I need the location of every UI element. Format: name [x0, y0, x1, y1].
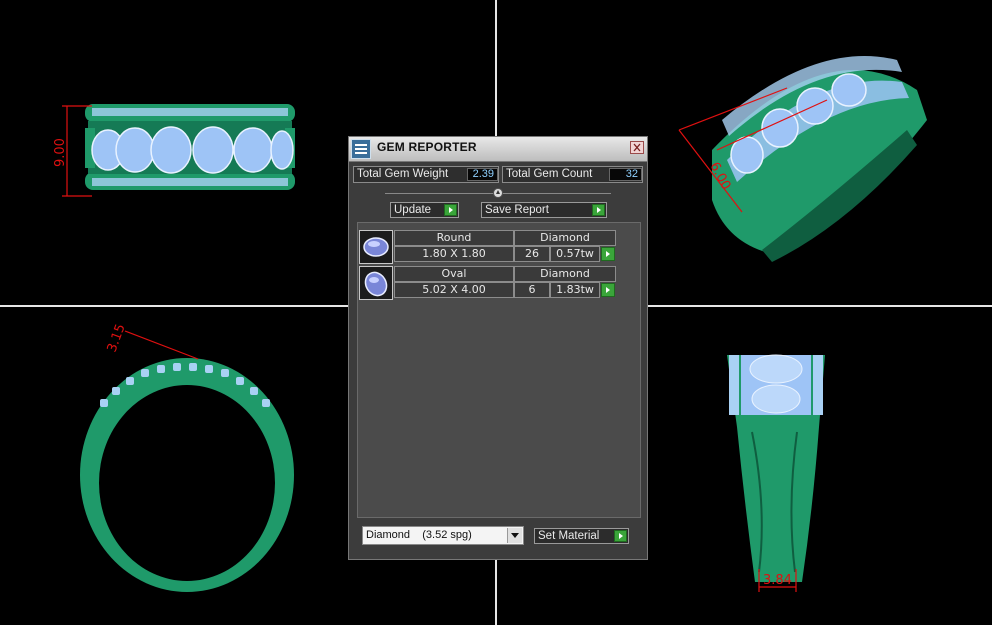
ring-top-shank: [727, 354, 825, 582]
total-gem-count-value: 32: [609, 168, 642, 181]
dimension-label-front: 9.00: [53, 138, 68, 167]
oval-gem-icon: [359, 266, 393, 300]
gem-count: 26: [514, 246, 550, 262]
save-report-button-label: Save Report: [485, 204, 549, 216]
material-select[interactable]: Diamond (3.52 spg): [362, 526, 524, 545]
gem-weight: 0.57tw: [550, 246, 600, 262]
dimension-label-side: 3.15: [105, 322, 129, 354]
dimension-side-width: [124, 330, 199, 360]
gem-reporter-dialog: GEM REPORTER Total Gem Weight 2.39 Total…: [348, 136, 648, 560]
gem-size: 1.80 X 1.80: [394, 246, 514, 262]
update-button-label: Update: [394, 204, 432, 216]
play-icon: [592, 204, 605, 216]
save-report-button[interactable]: Save Report: [481, 202, 607, 218]
gem-size: 5.02 X 4.00: [394, 282, 514, 298]
play-icon[interactable]: [601, 283, 615, 297]
play-icon: [444, 204, 457, 216]
set-material-button-label: Set Material: [538, 530, 600, 542]
gem-count: 6: [514, 282, 550, 298]
gem-row-round[interactable]: Round Diamond 1.80 X 1.80 26 0.57tw: [359, 230, 623, 264]
total-gem-count-label: Total Gem Count: [506, 168, 593, 180]
gem-material: Diamond: [514, 230, 616, 246]
gem-material: Diamond: [514, 266, 616, 282]
total-gem-weight: Total Gem Weight 2.39: [353, 166, 499, 183]
dropdown-arrow-icon[interactable]: [507, 528, 522, 543]
gem-list-panel: Round Diamond 1.80 X 1.80 26 0.57tw Oval…: [357, 222, 641, 518]
gem-weight: 1.83tw: [550, 282, 600, 298]
play-icon: [614, 530, 627, 542]
total-gem-weight-label: Total Gem Weight: [357, 168, 449, 180]
dialog-titlebar[interactable]: GEM REPORTER: [349, 137, 647, 162]
gem-shape: Oval: [394, 266, 514, 282]
set-material-button[interactable]: Set Material: [534, 528, 629, 544]
total-gem-weight-value: 2.39: [467, 168, 498, 181]
play-icon[interactable]: [601, 247, 615, 261]
dimension-label-top: 3.84: [763, 573, 792, 588]
update-button[interactable]: Update: [390, 202, 459, 218]
gem-shape: Round: [394, 230, 514, 246]
total-gem-count: Total Gem Count 32: [502, 166, 643, 183]
material-select-value: Diamond (3.52 spg): [366, 529, 472, 541]
close-icon[interactable]: [630, 141, 644, 154]
dialog-title: GEM REPORTER: [377, 140, 477, 154]
gem-reporter-icon: [351, 139, 371, 159]
slider-knob[interactable]: [493, 188, 503, 198]
gem-row-oval[interactable]: Oval Diamond 5.02 X 4.00 6 1.83tw: [359, 266, 623, 300]
round-gem-icon: [359, 230, 393, 264]
